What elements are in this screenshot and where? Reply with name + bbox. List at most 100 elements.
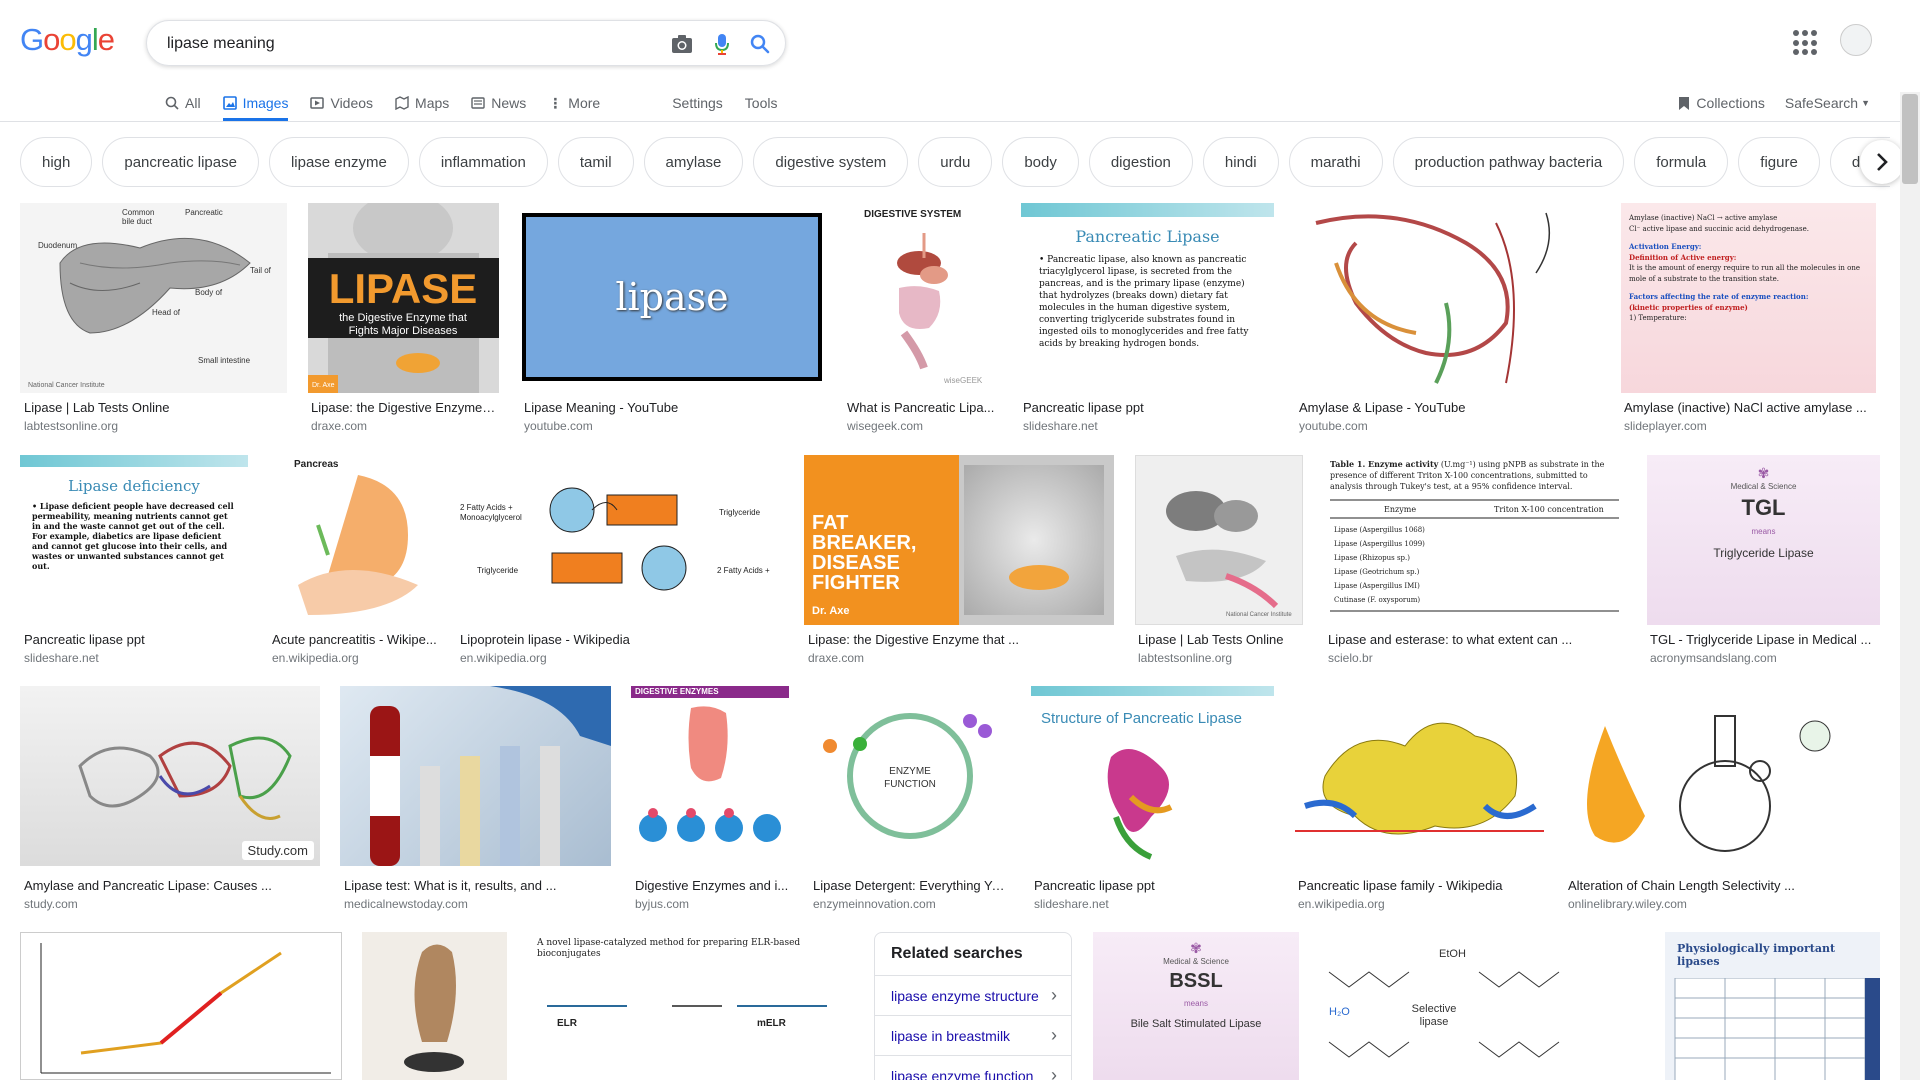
google-images-page: Google All Images <box>0 0 1920 1080</box>
result-thumb-1[interactable]: Duodenum Common bile duct Pancreatic Tai… <box>20 203 287 393</box>
tgl-logo-icon: ✾ <box>1757 465 1770 481</box>
svg-text:2 Fatty Acids +: 2 Fatty Acids + <box>717 566 770 575</box>
result-thumb-4[interactable]: DIGESTIVE SYSTEM wiseGEEK <box>844 203 999 393</box>
result-thumb-20[interactable] <box>1295 686 1544 866</box>
result-title-20[interactable]: Pancreatic lipase family - Wikipedia <box>1298 878 1543 893</box>
result-title-5[interactable]: Pancreatic lipase ppt <box>1023 400 1273 415</box>
thumb-title: Structure of Pancreatic Lipase <box>1041 710 1242 727</box>
result-thumb-21[interactable] <box>1565 686 1879 866</box>
result-source-6[interactable]: youtube.com <box>1299 419 1368 433</box>
result-thumb-5[interactable]: Pancreatic Lipase • Pancreatic lipase, a… <box>1021 203 1274 393</box>
result-source-10[interactable]: en.wikipedia.org <box>460 651 547 665</box>
result-thumb-15[interactable]: Study.com <box>20 686 320 866</box>
related-search-item[interactable]: lipase enzyme structure › <box>875 975 1071 1015</box>
result-thumb-10[interactable]: 2 Fatty Acids + Monoacylglycerol Triglyc… <box>457 455 784 625</box>
result-source-8[interactable]: slideshare.net <box>24 651 99 665</box>
result-title-13[interactable]: Lipase and esterase: to what extent can … <box>1328 632 1623 647</box>
svg-text:Triglyceride: Triglyceride <box>477 566 519 575</box>
related-search-item[interactable]: lipase enzyme function › <box>875 1055 1071 1080</box>
svg-text:Pancreatic: Pancreatic <box>185 208 223 217</box>
result-title-17[interactable]: Digestive Enzymes and i... <box>635 878 790 893</box>
svg-text:Body of: Body of <box>195 288 223 297</box>
result-source-18[interactable]: enzymeinnovation.com <box>813 897 936 911</box>
thumb-caption: Medical & Science <box>1163 957 1229 966</box>
result-source-3[interactable]: youtube.com <box>524 419 593 433</box>
result-thumb-16[interactable] <box>340 686 611 866</box>
result-thumb-7[interactable]: Amylase (inactive) NaCl → active amylase… <box>1621 203 1876 393</box>
result-source-7[interactable]: slideplayer.com <box>1624 419 1707 433</box>
result-source-4[interactable]: wisegeek.com <box>847 419 923 433</box>
svg-text:Triglyceride: Triglyceride <box>719 508 761 517</box>
result-title-1[interactable]: Lipase | Lab Tests Online <box>24 400 284 415</box>
result-title-18[interactable]: Lipase Detergent: Everything Yo... <box>813 878 1008 893</box>
result-source-1[interactable]: labtestsonline.org <box>24 419 118 433</box>
scrollbar[interactable] <box>1900 92 1920 1080</box>
svg-text:Lipase (Rhizopus sp.): Lipase (Rhizopus sp.) <box>1334 554 1410 562</box>
result-source-9[interactable]: en.wikipedia.org <box>272 651 359 665</box>
svg-text:Enzyme: Enzyme <box>1384 505 1416 514</box>
thumb-title: Lipase deficiency <box>68 477 200 495</box>
result-source-13[interactable]: scielo.br <box>1328 651 1373 665</box>
thumb-lipase-text: lipase <box>615 275 729 319</box>
svg-text:Dr. Axe: Dr. Axe <box>312 382 335 389</box>
result-thumb-26[interactable]: Selective lipase EtOH H₂O <box>1319 932 1645 1080</box>
svg-text:Triton X-100 concentration: Triton X-100 concentration <box>1494 505 1604 514</box>
result-source-14[interactable]: acronymsandslang.com <box>1650 651 1777 665</box>
result-title-6[interactable]: Amylase & Lipase - YouTube <box>1299 400 1599 415</box>
svg-text:bile duct: bile duct <box>122 217 153 226</box>
result-thumb-3[interactable]: lipase <box>522 213 822 381</box>
result-thumb-6[interactable] <box>1296 203 1599 393</box>
result-thumb-17[interactable]: DIGESTIVE ENZYMES <box>631 686 789 866</box>
result-title-8[interactable]: Pancreatic lipase ppt <box>24 632 249 647</box>
thumb-title: A novel lipase-catalyzed method for prep… <box>537 938 801 959</box>
result-title-10[interactable]: Lipoprotein lipase - Wikipedia <box>460 632 780 647</box>
result-title-16[interactable]: Lipase test: What is it, results, and ..… <box>344 878 609 893</box>
result-title-11[interactable]: Lipase: the Digestive Enzyme that ... <box>808 632 1113 647</box>
result-source-17[interactable]: byjus.com <box>635 897 689 911</box>
result-title-2[interactable]: Lipase: the Digestive Enzyme t... <box>311 400 496 415</box>
result-source-11[interactable]: draxe.com <box>808 651 864 665</box>
result-thumb-2[interactable]: LIPASE the Digestive Enzyme that Fights … <box>308 203 499 393</box>
thumb-text: FAT BREAKER, DISEASE FIGHTER <box>812 512 917 594</box>
result-title-19[interactable]: Pancreatic lipase ppt <box>1034 878 1274 893</box>
result-thumb-27[interactable]: Physiologically important lipases <box>1665 932 1880 1080</box>
result-source-19[interactable]: slideshare.net <box>1034 897 1109 911</box>
result-source-16[interactable]: medicalnewstoday.com <box>344 897 468 911</box>
result-title-4[interactable]: What is Pancreatic Lipa... <box>847 400 997 415</box>
result-title-9[interactable]: Acute pancreatitis - Wikipe... <box>272 632 437 647</box>
related-search-label: lipase in breastmilk <box>891 1027 1011 1044</box>
result-thumb-19[interactable]: Structure of Pancreatic Lipase <box>1031 686 1274 866</box>
thumb-abbr: BSSL <box>1169 970 1223 992</box>
result-source-2[interactable]: draxe.com <box>311 419 367 433</box>
result-source-15[interactable]: study.com <box>24 897 78 911</box>
result-thumb-24[interactable]: A novel lipase-catalyzed method for prep… <box>527 932 853 1080</box>
result-thumb-8[interactable]: Lipase deficiency • Lipase deficient peo… <box>20 455 248 625</box>
result-thumb-22[interactable] <box>20 932 342 1080</box>
result-thumb-14[interactable]: ✾ Medical & Science TGL means Triglyceri… <box>1647 455 1880 625</box>
result-title-14[interactable]: TGL - Triglyceride Lipase in Medical ... <box>1650 632 1880 647</box>
thumb-title: Physiologically important lipases <box>1677 942 1836 968</box>
thumb-brand: Study.com <box>241 841 314 860</box>
result-thumb-13[interactable]: Table 1. Enzyme activity (U.mg⁻¹) using … <box>1324 455 1625 625</box>
related-search-label: lipase enzyme function <box>891 1067 1034 1080</box>
result-title-7[interactable]: Amylase (inactive) NaCl active amylase .… <box>1624 400 1879 415</box>
svg-text:2 Fatty Acids +: 2 Fatty Acids + <box>460 503 513 512</box>
result-thumb-9[interactable]: Pancreas <box>268 455 436 625</box>
svg-text:Selective: Selective <box>1412 1003 1457 1015</box>
result-thumb-12[interactable]: National Cancer Institute <box>1135 455 1303 625</box>
result-source-12[interactable]: labtestsonline.org <box>1138 651 1232 665</box>
result-source-21[interactable]: onlinelibrary.wiley.com <box>1568 897 1687 911</box>
result-title-15[interactable]: Amylase and Pancreatic Lipase: Causes ..… <box>24 878 319 893</box>
result-thumb-25[interactable]: ✾ Medical & Science BSSL means Bile Salt… <box>1093 932 1299 1080</box>
result-thumb-11[interactable]: FAT BREAKER, DISEASE FIGHTER Dr. Axe <box>804 455 1114 625</box>
svg-text:the Digestive Enzyme that: the Digestive Enzyme that <box>339 312 467 324</box>
result-source-5[interactable]: slideshare.net <box>1023 419 1098 433</box>
result-title-3[interactable]: Lipase Meaning - YouTube <box>524 400 794 415</box>
result-title-12[interactable]: Lipase | Lab Tests Online <box>1138 632 1303 647</box>
result-source-20[interactable]: en.wikipedia.org <box>1298 897 1385 911</box>
result-thumb-23[interactable] <box>362 932 507 1080</box>
related-search-item[interactable]: lipase in breastmilk › <box>875 1015 1071 1055</box>
result-thumb-18[interactable]: ENZYME FUNCTION <box>810 686 1011 866</box>
result-title-21[interactable]: Alteration of Chain Length Selectivity .… <box>1568 878 1878 893</box>
scrollbar-thumb[interactable] <box>1902 94 1918 184</box>
